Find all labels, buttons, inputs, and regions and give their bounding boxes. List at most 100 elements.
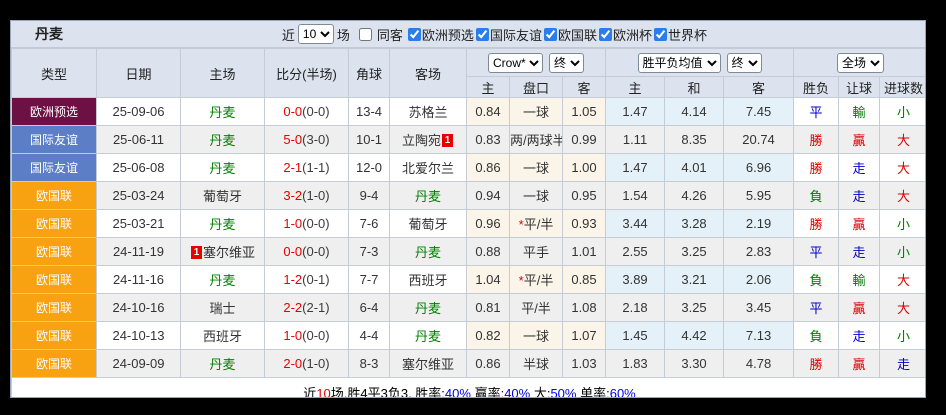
handicap-line: 一球 [510, 182, 563, 210]
half-time-score: (3-0) [302, 132, 329, 147]
handicap-line: *平/半 [510, 266, 563, 294]
handicap-line: 两/两球半 [510, 126, 563, 154]
handicap-result-cell: 贏 [839, 210, 880, 238]
competition-filter: 欧国联 [542, 25, 597, 44]
handicap-home-odds: 0.81 [467, 294, 510, 322]
match-date: 24-11-19 [97, 238, 181, 266]
away-team-cell: 塞尔维亚 [390, 350, 467, 378]
away-team-cell: 苏格兰 [390, 98, 467, 126]
full-time-score: 0-0 [283, 104, 302, 119]
home-team-cell: 瑞士 [181, 294, 265, 322]
corner-cell: 8-3 [349, 350, 390, 378]
half-time-score: (0-0) [302, 216, 329, 231]
same-away-checkbox[interactable] [359, 28, 372, 41]
summary-segment: 50% [550, 386, 576, 399]
recent-count-select[interactable]: 10 [298, 24, 334, 44]
avg-away-odds: 3.45 [724, 294, 794, 322]
team-name: 苏格兰 [408, 105, 447, 120]
competition-filter-checkbox[interactable] [476, 28, 489, 41]
match-date: 24-10-16 [97, 294, 181, 322]
corner-cell: 7-6 [349, 210, 390, 238]
away-team-cell: 北爱尔兰 [390, 154, 467, 182]
handicap-home-odds: 0.84 [467, 98, 510, 126]
competition-filter-label: 国际友谊 [490, 25, 542, 44]
scope-select[interactable]: 全场 [837, 53, 884, 73]
handicap-result-cell: 走 [839, 238, 880, 266]
competition-filter-checkbox[interactable] [544, 28, 557, 41]
full-time-score: 1-2 [283, 272, 302, 287]
away-team-cell: 丹麦 [390, 238, 467, 266]
match-row: 欧国联25-03-21丹麦1-0(0-0)7-6葡萄牙0.96*平/半0.933… [12, 210, 927, 238]
wdl-stage-select[interactable]: 终 [727, 53, 762, 73]
result-cell: 負 [794, 182, 839, 210]
match-row: 欧国联24-11-16丹麦1-2(0-1)7-7西班牙1.04*平/半0.853… [12, 266, 927, 294]
avg-home-odds: 3.89 [606, 266, 665, 294]
team-name: 西班牙 [203, 329, 242, 344]
half-time-score: (0-0) [302, 328, 329, 343]
avg-home-odds: 1.83 [606, 350, 665, 378]
bookmaker-stage-select[interactable]: 终 [549, 53, 584, 73]
match-row: 欧国联24-10-16瑞士2-2(2-1)6-4丹麦0.81平/半1.082.1… [12, 294, 927, 322]
away-team-cell: 葡萄牙 [390, 210, 467, 238]
match-row: 欧国联24-11-191塞尔维亚0-0(0-0)7-3丹麦0.88平手1.012… [12, 238, 927, 266]
avg-draw-odds: 3.21 [665, 266, 724, 294]
team-name: 丹麦 [415, 301, 441, 316]
corner-cell: 7-7 [349, 266, 390, 294]
away-team-cell: 西班牙 [390, 266, 467, 294]
handicap-result-cell: 輸 [839, 266, 880, 294]
goals-result-cell: 大 [880, 266, 926, 294]
team-name: 丹麦 [209, 217, 235, 232]
handicap-line: 平/半 [510, 294, 563, 322]
wdl-average-select[interactable]: 胜平负均值 [638, 53, 721, 73]
team-name: 葡萄牙 [203, 189, 242, 204]
handicap-home-odds: 0.86 [467, 350, 510, 378]
score-cell: 0-0(0-0) [265, 238, 349, 266]
handicap-home-odds: 0.83 [467, 126, 510, 154]
team-name: 丹麦 [415, 189, 441, 204]
score-cell: 1-2(0-1) [265, 266, 349, 294]
goals-result-cell: 大 [880, 154, 926, 182]
col-header-handicap-home: 主 [467, 77, 510, 98]
full-time-score: 2-2 [283, 300, 302, 315]
bookmaker-select[interactable]: Crow* [488, 53, 543, 73]
result-cell: 勝 [794, 126, 839, 154]
goals-result-cell: 小 [880, 322, 926, 350]
match-date: 25-09-06 [97, 98, 181, 126]
team-name: 立陶宛 [402, 133, 441, 148]
handicap-home-odds: 0.86 [467, 154, 510, 182]
avg-draw-odds: 4.01 [665, 154, 724, 182]
avg-away-odds: 2.19 [724, 210, 794, 238]
full-time-score: 5-0 [283, 132, 302, 147]
avg-draw-odds: 8.35 [665, 126, 724, 154]
away-team-cell: 丹麦 [390, 294, 467, 322]
score-cell: 1-0(0-0) [265, 210, 349, 238]
team-name: 丹麦 [209, 357, 235, 372]
goals-result-cell: 大 [880, 182, 926, 210]
col-header-away: 客场 [390, 49, 467, 98]
team-name: 丹麦 [209, 161, 235, 176]
competition-filter-checkbox[interactable] [599, 28, 612, 41]
result-cell: 勝 [794, 210, 839, 238]
avg-home-odds: 1.11 [606, 126, 665, 154]
team-name: 瑞士 [209, 301, 235, 316]
match-date: 24-10-13 [97, 322, 181, 350]
recent-prefix-label: 近 [282, 25, 295, 44]
competition-filter-label: 世界杯 [668, 25, 707, 44]
match-type-badge: 欧国联 [12, 266, 97, 294]
competition-filter-checkbox[interactable] [408, 28, 421, 41]
corner-cell: 12-0 [349, 154, 390, 182]
away-team-cell: 丹麦 [390, 322, 467, 350]
competition-filter-checkbox[interactable] [654, 28, 667, 41]
home-team-cell: 丹麦 [181, 350, 265, 378]
summary-segment: 40% [504, 386, 530, 399]
team-name: 丹麦 [209, 133, 235, 148]
corner-cell: 10-1 [349, 126, 390, 154]
corner-cell: 4-4 [349, 322, 390, 350]
summary-segment: 赢率: [471, 386, 504, 399]
half-time-score: (1-0) [302, 356, 329, 371]
handicap-group-header: Crow* 终 [467, 49, 606, 77]
avg-away-odds: 4.78 [724, 350, 794, 378]
avg-home-odds: 1.45 [606, 322, 665, 350]
match-row: 欧国联24-09-09丹麦2-0(1-0)8-3塞尔维亚0.86半球1.031.… [12, 350, 927, 378]
avg-home-odds: 1.54 [606, 182, 665, 210]
